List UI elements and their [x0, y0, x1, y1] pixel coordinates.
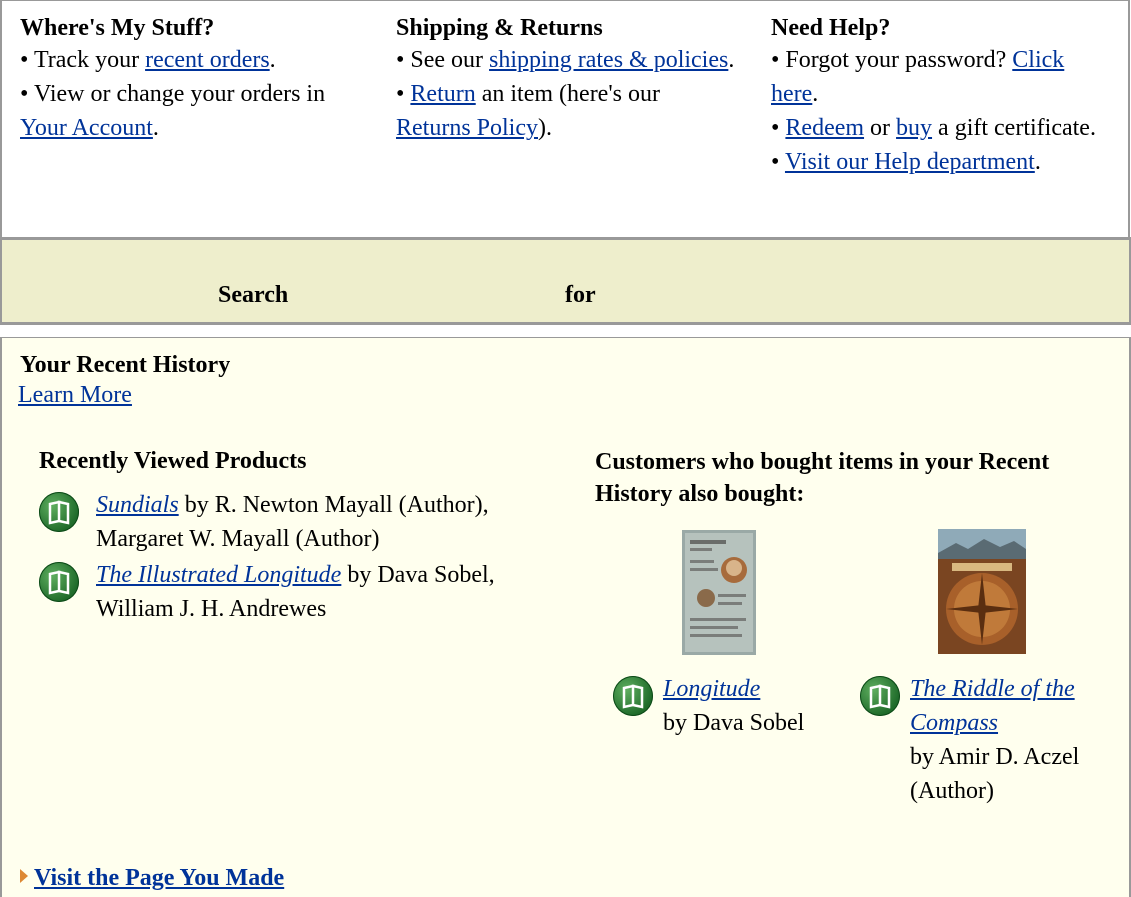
recently-viewed-item-text: Sundials by R. Newton Mayall (Author), M…: [96, 488, 576, 556]
forgot-password-text: • Forgot your password?: [771, 47, 1013, 73]
also-bought-title: Customers who bought items in your Recen…: [595, 449, 1050, 507]
book-icon[interactable]: [613, 676, 653, 716]
visit-page-link[interactable]: Visit the Page You Made: [34, 865, 284, 891]
track-orders-text: • Track your: [20, 47, 146, 73]
also-bought-item-text: The Riddle of the Compass by Amir D. Acze…: [910, 672, 1110, 808]
redeem-link[interactable]: Redeem: [785, 115, 864, 141]
book-icon[interactable]: [860, 676, 900, 716]
bullet: •: [771, 149, 785, 175]
buy-link[interactable]: buy: [896, 115, 932, 141]
learn-more-link[interactable]: Learn More: [18, 380, 132, 410]
search-label: Search: [218, 282, 289, 308]
period: .: [152, 115, 159, 141]
also-bought-item-text: Longitude by Dava Sobel: [663, 672, 863, 740]
return-link[interactable]: Return: [410, 81, 475, 107]
return-item-line: • Return an item (here's our Returns Pol…: [396, 77, 736, 145]
recent-orders-link[interactable]: recent orders: [145, 47, 270, 73]
for-label: for: [565, 282, 596, 308]
bullet: •: [771, 115, 786, 141]
arrow-right-icon: [20, 869, 28, 883]
product-title-link[interactable]: The Riddle of the Compass: [910, 676, 1075, 736]
see-our-text: • See our: [396, 47, 490, 73]
period: .: [269, 47, 276, 73]
returns-policy-link[interactable]: Returns Policy: [396, 115, 538, 141]
product-title-link[interactable]: Sundials: [96, 492, 179, 518]
your-account-link[interactable]: Your Account: [20, 115, 153, 141]
view-orders-line: • View or change your orders in Your Acc…: [20, 77, 360, 145]
track-orders-line: • Track your recent orders.: [20, 43, 360, 77]
product-byline: by Amir D. Aczel (Author): [910, 744, 1080, 804]
search-bar: Search for: [0, 237, 1131, 325]
bullet: •: [396, 81, 411, 107]
period: .: [1034, 149, 1041, 175]
compass-cover-image[interactable]: [938, 529, 1026, 654]
help-department-line: • Visit our Help department.: [771, 145, 1116, 179]
book-icon[interactable]: [39, 492, 79, 532]
visit-page-row: Visit the Page You Made: [20, 863, 284, 893]
shipping-rates-link[interactable]: shipping rates & policies: [489, 47, 728, 73]
help-department-link[interactable]: Visit our Help department: [785, 149, 1035, 175]
product-title-link[interactable]: Longitude: [663, 676, 760, 702]
product-title-link[interactable]: The Illustrated Longitude: [96, 562, 341, 588]
recently-viewed-title: Recently Viewed Products: [39, 448, 307, 474]
shipping-rates-line: • See our shipping rates & policies.: [396, 43, 736, 77]
period: .: [728, 47, 735, 73]
recent-history-panel: Your Recent History Learn More Recently …: [0, 337, 1131, 897]
shipping-returns-heading: Shipping & Returns: [396, 15, 603, 41]
longitude-cover-image[interactable]: [682, 530, 756, 655]
closing-text: ).: [538, 115, 552, 141]
gift-certificate-line: • Redeem or buy a gift certificate.: [771, 111, 1116, 145]
or-text: or: [864, 115, 897, 141]
help-box: Where's My Stuff? • Track your recent or…: [0, 0, 1130, 237]
gift-certificate-text: a gift certificate.: [932, 115, 1096, 141]
recently-viewed-item-text: The Illustrated Longitude by Dava Sobel,…: [96, 558, 576, 626]
forgot-password-line: • Forgot your password? Click here.: [771, 43, 1116, 111]
wheres-my-stuff-heading: Where's My Stuff?: [20, 15, 215, 41]
recent-history-title: Your Recent History: [20, 352, 231, 378]
return-item-text: an item (here's our: [475, 81, 660, 107]
shipping-returns-column: Shipping & Returns • See our shipping ra…: [396, 13, 736, 145]
view-orders-text: • View or change your orders in: [20, 81, 326, 107]
need-help-heading: Need Help?: [771, 15, 891, 41]
book-icon[interactable]: [39, 562, 79, 602]
product-byline: by Dava Sobel: [663, 710, 805, 736]
need-help-column: Need Help? • Forgot your password? Click…: [771, 13, 1116, 179]
wheres-my-stuff-column: Where's My Stuff? • Track your recent or…: [20, 13, 360, 145]
period: .: [812, 81, 819, 107]
